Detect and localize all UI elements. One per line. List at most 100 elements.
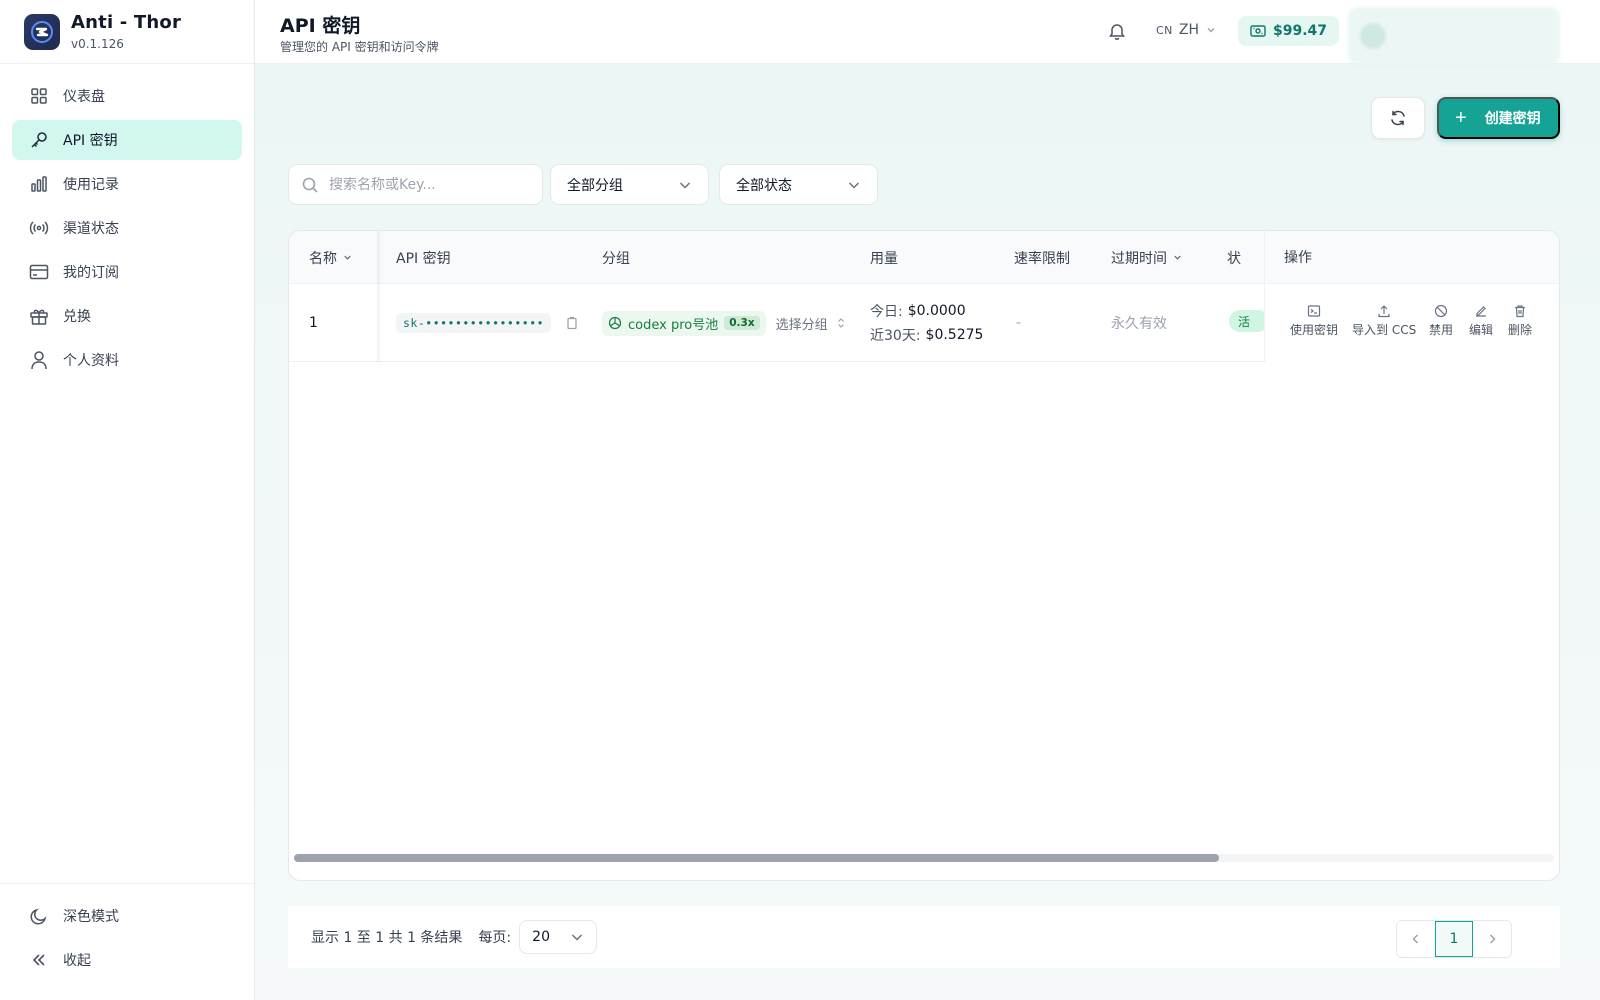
balance-badge[interactable]: $99.47 <box>1238 16 1340 46</box>
usage-today: $0.0000 <box>907 303 966 319</box>
user-icon <box>29 350 49 370</box>
page-size-select[interactable]: 20 <box>519 920 598 954</box>
sidebar-item-subscriptions[interactable]: 我的订阅 <box>12 252 242 292</box>
horizontal-scrollbar[interactable] <box>294 854 1554 862</box>
chevron-down-icon <box>344 255 351 260</box>
search-input[interactable] <box>329 176 529 193</box>
chevron-down-icon <box>572 934 583 941</box>
disable-button[interactable]: 禁用 <box>1429 304 1453 338</box>
sidebar-item-usage[interactable]: 使用记录 <box>12 164 242 204</box>
collapse-sidebar-button[interactable]: 收起 <box>12 940 242 980</box>
import-ccs-button[interactable]: 导入到 CCS <box>1352 304 1416 338</box>
status-filter-select[interactable]: 全部状态 <box>719 164 878 205</box>
masked-key: sk-•••••••••••••••• <box>396 313 552 333</box>
column-name-label: 名称 <box>309 250 337 267</box>
next-page-button[interactable] <box>1473 921 1511 957</box>
create-key-button[interactable]: + 创建密钥 <box>1437 97 1560 139</box>
results-summary: 显示 1 至 1 共 1 条结果 <box>311 930 463 946</box>
delete-label: 删除 <box>1508 323 1533 337</box>
gift-icon <box>29 306 49 326</box>
sidebar: Anti - Thor v0.1.126 仪表盘 API 密钥 使用记录 渠道状… <box>0 0 255 1000</box>
refresh-icon <box>1391 110 1405 126</box>
dark-mode-toggle[interactable]: 深色模式 <box>12 896 242 936</box>
pagination-bar: 显示 1 至 1 共 1 条结果 每页: 20 1 <box>288 906 1560 968</box>
brand: Anti - Thor v0.1.126 <box>0 0 254 64</box>
delete-button[interactable]: 删除 <box>1508 304 1532 338</box>
page-button-current[interactable]: 1 <box>1435 921 1473 957</box>
status-badge: 活 <box>1229 310 1269 332</box>
chevron-right-icon <box>1489 934 1496 944</box>
avatar <box>1360 23 1386 49</box>
chevron-updown-icon <box>837 318 844 328</box>
group-cell: codex pro号池 0.3x 选择分组 <box>602 284 846 362</box>
bell-icon[interactable] <box>1107 21 1129 43</box>
column-api-key: API 密钥 <box>396 250 451 267</box>
column-name[interactable]: 名称 <box>309 231 353 284</box>
sidebar-item-dashboard[interactable]: 仪表盘 <box>12 76 242 116</box>
disable-label: 禁用 <box>1429 323 1454 337</box>
column-expiry[interactable]: 过期时间 <box>1111 231 1183 284</box>
select-group-button[interactable]: 选择分组 <box>776 314 846 333</box>
column-usage: 用量 <box>870 250 898 267</box>
rate-multiplier: 0.3x <box>724 316 760 330</box>
chevron-down-icon <box>679 181 691 189</box>
search-box <box>288 164 543 205</box>
rate-limit: - <box>1016 315 1022 331</box>
copy-icon[interactable] <box>565 316 579 330</box>
dashboard-icon <box>29 86 49 106</box>
sidebar-nav: 仪表盘 API 密钥 使用记录 渠道状态 我的订阅 兑换 个人资料 <box>0 64 254 380</box>
group-badge: codex pro号池 0.3x <box>602 310 766 336</box>
actions-cell: 使用密钥 导入到 CCS 禁用 编辑 删除 <box>1265 284 1559 362</box>
usage-today-label: 今日: <box>870 304 903 320</box>
app-name: Anti - Thor <box>71 12 182 33</box>
edit-label: 编辑 <box>1469 323 1494 337</box>
edit-button[interactable]: 编辑 <box>1469 304 1493 338</box>
sticky-column-shadow <box>377 231 382 362</box>
upload-icon <box>1378 305 1390 318</box>
credit-card-icon <box>29 262 49 282</box>
scrollbar-thumb[interactable] <box>294 854 1219 862</box>
sidebar-item-label: 个人资料 <box>63 353 119 369</box>
group-filter-select[interactable]: 全部分组 <box>550 164 709 205</box>
status-filter-value: 全部状态 <box>736 177 792 194</box>
language-switcher[interactable]: CN ZH <box>1156 22 1217 38</box>
use-key-button[interactable]: 使用密钥 <box>1290 304 1338 338</box>
plus-icon: + <box>1455 107 1467 129</box>
expiry: 永久有效 <box>1111 316 1167 332</box>
chevron-down-icon <box>848 181 860 189</box>
chevron-left-icon <box>1412 934 1419 944</box>
column-rate-limit: 速率限制 <box>1014 250 1070 267</box>
sidebar-item-api-keys[interactable]: API 密钥 <box>12 120 242 160</box>
sidebar-item-channel-status[interactable]: 渠道状态 <box>12 208 242 248</box>
prev-page-button[interactable] <box>1397 921 1435 957</box>
api-keys-table: 名称 API 密钥 分组 用量 速率限制 过期时间 状 1 sk-•••••••… <box>288 230 1560 881</box>
sidebar-item-redeem[interactable]: 兑换 <box>12 296 242 336</box>
language-code: CN <box>1156 23 1173 37</box>
import-ccs-label: 导入到 CCS <box>1352 323 1417 337</box>
balance-amount: $99.47 <box>1273 23 1328 39</box>
app-root: Anti - Thor v0.1.126 仪表盘 API 密钥 使用记录 渠道状… <box>0 0 1600 1000</box>
sidebar-item-label: 兑换 <box>63 309 91 325</box>
sidebar-item-profile[interactable]: 个人资料 <box>12 340 242 380</box>
collapse-label: 收起 <box>63 953 91 969</box>
chevrons-left-icon <box>29 950 49 970</box>
signal-icon <box>29 218 49 238</box>
column-actions: 操作 <box>1265 231 1559 284</box>
user-menu[interactable] <box>1348 7 1560 65</box>
group-name: codex pro号池 <box>628 317 719 333</box>
group-filter-value: 全部分组 <box>567 177 623 194</box>
status-badge-text: 活 <box>1238 315 1251 329</box>
refresh-button[interactable] <box>1371 97 1425 139</box>
select-group-label: 选择分组 <box>775 317 828 333</box>
use-key-label: 使用密钥 <box>1290 323 1339 337</box>
per-page-label: 每页: <box>478 930 512 946</box>
page-title: API 密钥 <box>280 15 361 37</box>
app-version: v0.1.126 <box>71 37 124 51</box>
chevron-down-icon <box>1207 28 1215 33</box>
bar-chart-icon <box>29 174 49 194</box>
usage-30d-label: 近30天: <box>870 328 921 344</box>
trash-icon <box>1515 305 1525 318</box>
sidebar-item-label: 仪表盘 <box>63 89 105 105</box>
sidebar-item-label: 使用记录 <box>63 177 119 193</box>
sidebar-item-label: API 密钥 <box>63 133 118 149</box>
